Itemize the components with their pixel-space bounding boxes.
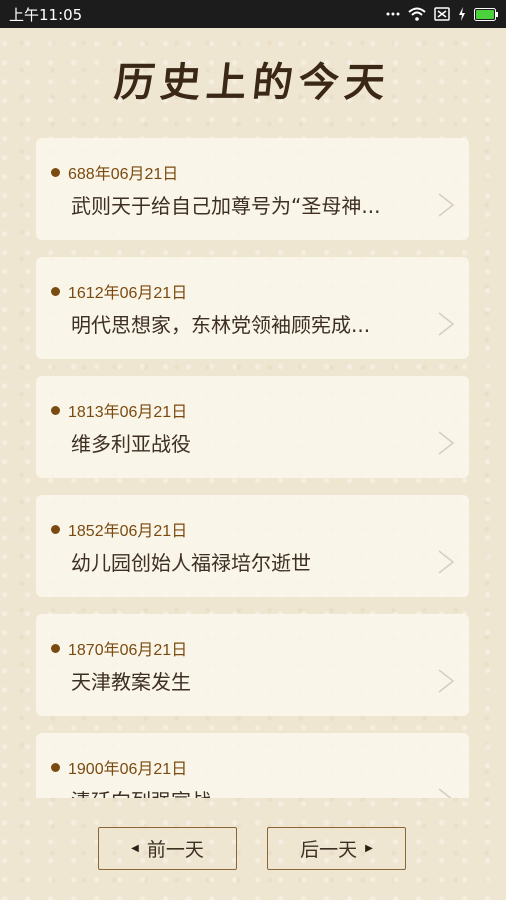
wifi-icon [408, 7, 426, 21]
prev-day-button[interactable]: ◀ 前一天 [98, 827, 237, 870]
battery-icon [474, 7, 498, 21]
event-card[interactable]: 1813年06月21日 维多利亚战役 [36, 376, 469, 478]
event-card[interactable]: 1852年06月21日 幼儿园创始人福禄培尔逝世 [36, 495, 469, 597]
event-date: 1852年06月21日 [68, 523, 188, 540]
chevron-right-icon [438, 312, 455, 336]
status-bar: 上午11:05 [0, 0, 506, 28]
bullet-icon [51, 525, 60, 534]
next-day-label: 后一天 [300, 839, 358, 861]
event-title: 天津教案发生 [71, 670, 191, 694]
chevron-right-icon [438, 788, 452, 798]
chevron-right-icon [438, 550, 455, 574]
event-date: 1900年06月21日 [68, 761, 188, 778]
event-card[interactable]: 1870年06月21日 天津教案发生 [36, 614, 469, 716]
event-title: 清廷向列强宣战 [71, 785, 416, 798]
event-list[interactable]: 688年06月21日 武则天于给自己加尊号为“圣母神... 1612年06月21… [0, 138, 506, 798]
prev-day-label: 前一天 [146, 839, 204, 861]
event-date: 1870年06月21日 [68, 642, 188, 659]
no-sim-icon [434, 7, 450, 21]
signal-dots-icon [386, 12, 400, 16]
bullet-icon [51, 168, 60, 177]
charging-icon [459, 7, 465, 21]
event-card[interactable]: 1900年06月21日 清廷向列强宣战 [36, 733, 469, 798]
event-date: 688年06月21日 [68, 166, 179, 183]
event-title: 武则天于给自己加尊号为“圣母神... [71, 194, 381, 218]
chevron-right-icon [438, 431, 455, 455]
bullet-icon [51, 763, 60, 772]
event-date: 1612年06月21日 [68, 285, 188, 302]
bullet-icon [51, 644, 60, 653]
event-title: 幼儿园创始人福禄培尔逝世 [71, 551, 311, 575]
bullet-icon [51, 406, 60, 415]
page-title: 历史上的今天 [112, 59, 394, 106]
next-day-button[interactable]: 后一天 ▶ [267, 827, 406, 870]
event-title: 明代思想家，东林党领袖顾宪成... [71, 313, 371, 337]
event-title: 维多利亚战役 [71, 432, 191, 456]
event-card[interactable]: 688年06月21日 武则天于给自己加尊号为“圣母神... [36, 138, 469, 240]
bullet-icon [51, 287, 60, 296]
status-icons [386, 4, 498, 24]
chevron-right-icon [438, 193, 455, 217]
chevron-right-icon [438, 669, 455, 693]
triangle-right-icon: ▶ [365, 843, 373, 854]
event-date: 1813年06月21日 [68, 404, 188, 421]
event-card[interactable]: 1612年06月21日 明代思想家，东林党领袖顾宪成... [36, 257, 469, 359]
status-time: 上午11:05 [9, 6, 83, 24]
triangle-left-icon: ◀ [131, 843, 139, 854]
